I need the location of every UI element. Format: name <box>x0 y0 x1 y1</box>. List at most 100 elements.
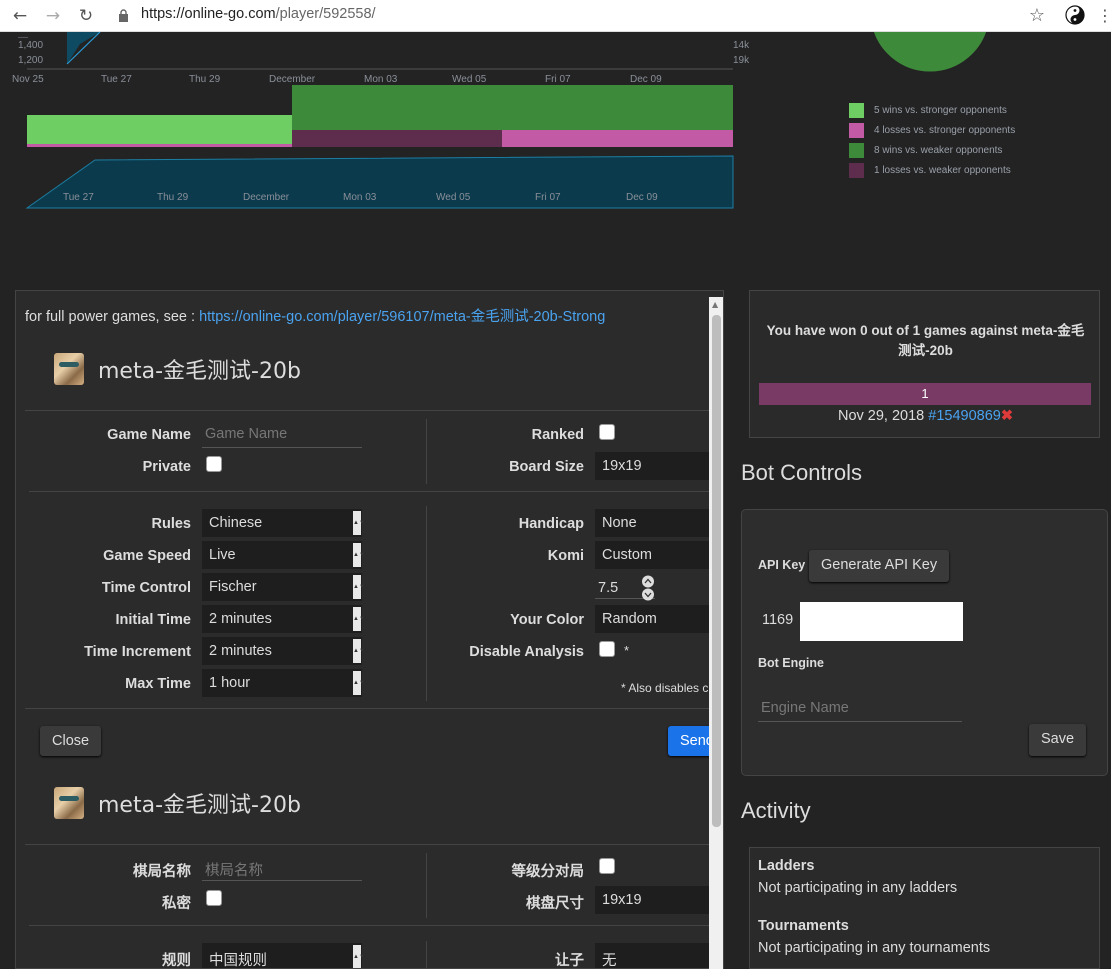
legend-swatch <box>849 123 864 138</box>
forward-icon[interactable]: → <box>41 4 65 28</box>
your-color-select[interactable]: Random <box>595 605 723 633</box>
pie-slice <box>872 32 988 73</box>
ranked-checkbox[interactable] <box>599 424 615 440</box>
losses-stronger-band <box>27 144 292 147</box>
board-size-select-zh[interactable]: 19x19 <box>595 886 723 914</box>
player-name[interactable]: meta-金毛测试-20b <box>98 353 301 385</box>
legend-label: 8 wins vs. weaker opponents <box>874 145 1003 156</box>
bookmark-star-icon[interactable]: ☆ <box>1025 4 1049 28</box>
private-checkbox[interactable] <box>206 456 222 472</box>
dropdown-arrow-icon: ▲▼ <box>353 639 365 663</box>
strong-bot-link[interactable]: https://online-go.com/player/596107/meta… <box>199 309 605 325</box>
board-size-label: Board Size <box>509 459 584 475</box>
menu-icon[interactable]: ⋮ <box>1093 4 1111 28</box>
strong-bot-note: for full power games, see : https://onli… <box>25 305 605 326</box>
also-disables-note: * Also disables c <box>621 681 709 695</box>
dropdown-arrow-icon: ▲▼ <box>353 945 365 968</box>
divider <box>25 708 723 709</box>
time-increment-value: 2 minutes <box>209 643 272 659</box>
rules-select[interactable]: Chinese ▲▼ <box>202 509 365 537</box>
player-header-chinese: meta-金毛测试-20b <box>54 787 301 819</box>
x-tick: December <box>269 74 316 85</box>
max-time-value: 1 hour <box>209 675 251 691</box>
legend-swatch <box>849 103 864 118</box>
initial-time-select[interactable]: 2 minutes ▲▼ <box>202 605 365 633</box>
nav-tick: Dec 09 <box>626 192 658 203</box>
time-control-value: Fischer <box>209 579 257 595</box>
game-speed-label: Game Speed <box>103 548 191 564</box>
komi-select[interactable]: Custom <box>595 541 723 569</box>
game-speed-select[interactable]: Live ▲▼ <box>202 541 365 569</box>
dropdown-arrow-icon: ▲▼ <box>353 607 365 631</box>
url-host: https://online-go.com <box>141 6 276 22</box>
game-date: Nov 29, 2018 <box>837 408 929 424</box>
head-to-head-bar: 1 <box>759 383 1091 405</box>
scroll-up-icon[interactable]: ▲ <box>712 300 718 309</box>
board-size-value: 19x19 <box>602 458 642 474</box>
x-tick: Dec 09 <box>630 74 662 85</box>
handicap-value: None <box>602 515 637 531</box>
url-path: /player/592558/ <box>275 6 376 22</box>
yin-yang-extension-icon[interactable] <box>1065 5 1085 25</box>
spinner-arrows-icon[interactable] <box>641 575 655 601</box>
losses-weaker-band <box>292 130 502 147</box>
nav-tick: Wed 05 <box>436 192 471 203</box>
divider <box>426 419 427 484</box>
legend-label: 5 wins vs. stronger opponents <box>874 105 1007 116</box>
game-link[interactable]: #15490869 <box>928 408 1001 424</box>
player-name[interactable]: meta-金毛测试-20b <box>98 787 301 819</box>
address-bar[interactable]: https://online-go.com/player/592558/ <box>141 6 376 22</box>
bot-controls-title: Bot Controls <box>741 460 863 485</box>
handicap-label-zh: 让子 <box>555 953 584 969</box>
handicap-label: Handicap <box>518 516 584 532</box>
x-tick: Wed 05 <box>452 74 487 85</box>
x-tick: Tue 27 <box>101 74 132 85</box>
game-name-label-zh: 棋局名称 <box>133 864 191 880</box>
divider <box>426 941 427 968</box>
board-size-value-zh: 19x19 <box>602 892 642 908</box>
max-time-select[interactable]: 1 hour ▲▼ <box>202 669 365 697</box>
disable-analysis-checkbox[interactable] <box>599 641 615 657</box>
tournaments-text: Not participating in any tournaments <box>758 940 991 956</box>
your-color-label: Your Color <box>510 612 584 628</box>
activity-title: Activity <box>741 798 811 823</box>
dropdown-arrow-icon: ▲▼ <box>353 511 365 535</box>
komi-label: Komi <box>547 548 584 564</box>
time-control-select[interactable]: Fischer ▲▼ <box>202 573 365 601</box>
ranked-label: Ranked <box>531 427 584 443</box>
win-loss-pie-chart <box>872 32 988 73</box>
api-key-value[interactable]: 1169 <box>762 612 793 628</box>
back-icon[interactable]: ← <box>8 4 32 28</box>
private-checkbox-zh[interactable] <box>206 890 222 906</box>
ranked-checkbox-zh[interactable] <box>599 858 615 874</box>
bot-controls-panel: API Key Generate API Key 1169 Bot Engine… <box>741 509 1108 776</box>
head-to-head-box: You have won 0 out of 1 games against me… <box>749 290 1100 438</box>
wins-stronger-band <box>27 115 292 144</box>
dropdown-arrow-icon: ▲▼ <box>353 543 365 567</box>
save-button[interactable]: Save <box>1029 724 1087 756</box>
game-speed-value: Live <box>209 547 236 563</box>
rules-label-zh: 规则 <box>162 953 191 969</box>
divider <box>29 925 723 926</box>
handicap-select[interactable]: None <box>595 509 723 537</box>
generate-api-key-button[interactable]: Generate API Key <box>809 550 950 582</box>
close-button[interactable]: Close <box>40 726 102 756</box>
challenge-modal: for full power games, see : https://onli… <box>15 290 724 969</box>
x-tick: Fri 07 <box>545 74 571 85</box>
board-size-select[interactable]: 19x19 <box>595 452 723 480</box>
stats-area: — 1,400 1,200 14k 19k Nov 25 Tue 27 Thu … <box>0 32 1111 282</box>
game-name-input-zh[interactable]: 棋局名称 <box>202 859 362 881</box>
engine-name-input[interactable]: Engine Name <box>758 700 962 722</box>
modal-scrollbar[interactable]: ▲ <box>709 297 723 969</box>
lock-icon <box>119 9 128 22</box>
reload-icon[interactable]: ↻ <box>74 4 98 28</box>
wins-weaker-band <box>292 85 733 130</box>
time-increment-select[interactable]: 2 minutes ▲▼ <box>202 637 365 665</box>
x-tick: Nov 25 <box>12 74 44 85</box>
rules-select-zh[interactable]: 中国规则 ▲▼ <box>202 943 365 968</box>
handicap-select-zh[interactable]: 无 <box>595 943 723 969</box>
scrollbar-thumb[interactable] <box>712 315 721 827</box>
komi-value: Custom <box>602 547 652 563</box>
handicap-value-zh: 无 <box>602 953 617 969</box>
game-name-input[interactable]: Game Name <box>202 426 362 448</box>
